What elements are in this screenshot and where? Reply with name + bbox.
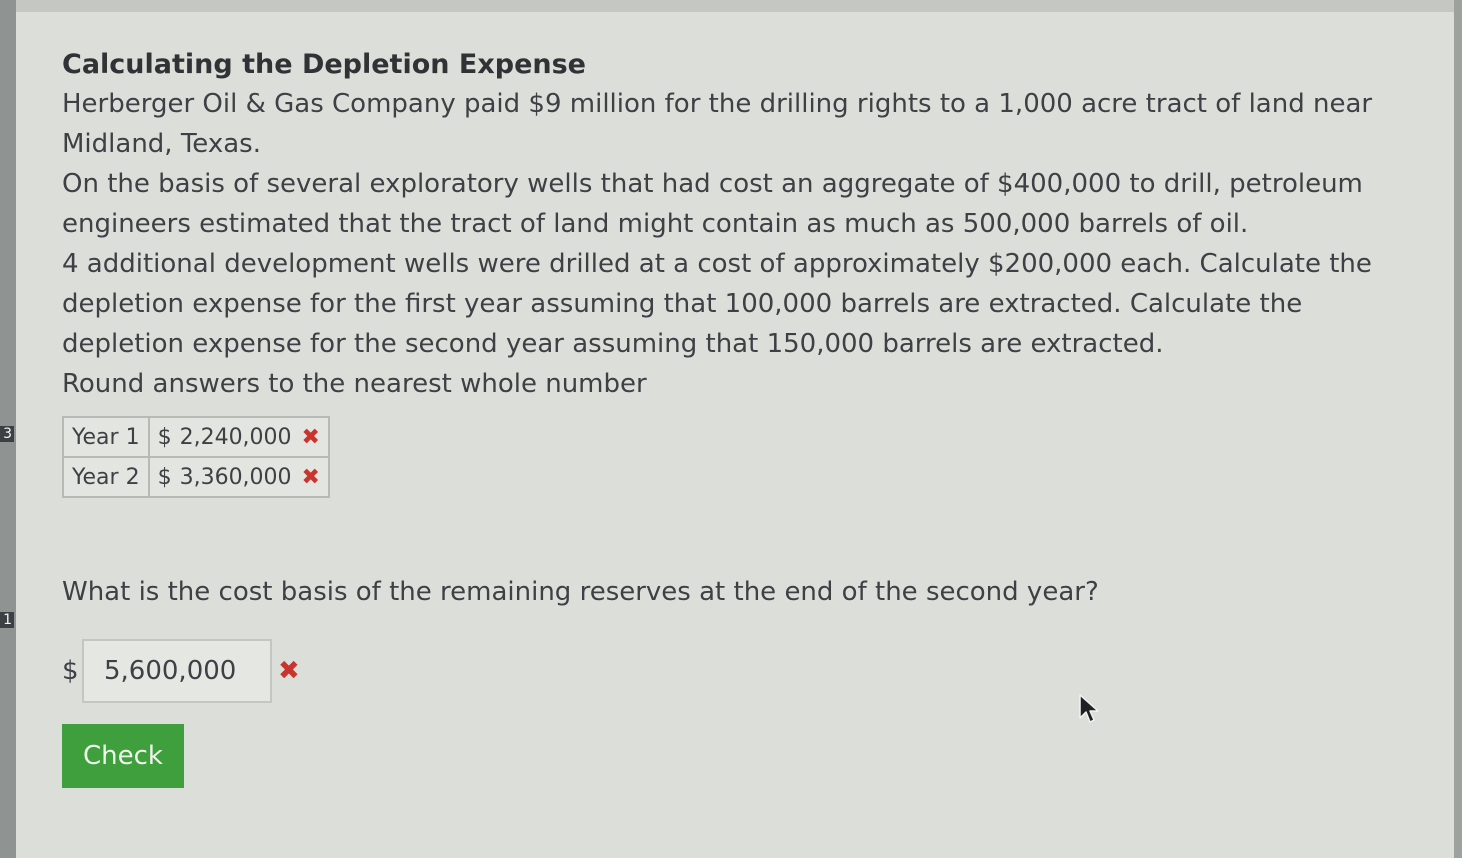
year-label: Year 2 (62, 456, 150, 498)
incorrect-x-icon: ✖ (301, 424, 320, 450)
mouse-pointer-icon (1079, 694, 1099, 723)
left-edge-mark: 3 (0, 426, 14, 442)
left-edge-strip: 3 1 (0, 0, 16, 858)
incorrect-x-icon: ✖ (278, 656, 300, 686)
currency-symbol: $ (157, 424, 172, 450)
problem-paragraph-3: 4 additional development wells were dril… (62, 249, 1372, 359)
table-row: Year 2 $3,360,000 ✖ (62, 456, 330, 498)
year-1-answer-value[interactable]: 2,240,000 (180, 425, 292, 450)
currency-symbol: $ (157, 464, 172, 490)
table-row: Year 1 $2,240,000 ✖ (62, 416, 330, 458)
problem-paragraph-2: On the basis of several exploratory well… (62, 169, 1363, 239)
problem-content: Calculating the Depletion Expense Herber… (62, 46, 1422, 788)
rounding-instruction: Round answers to the nearest whole numbe… (62, 369, 647, 399)
problem-title: Calculating the Depletion Expense (62, 49, 586, 80)
check-button[interactable]: Check (62, 724, 184, 788)
year-2-answer-value[interactable]: 3,360,000 (180, 465, 292, 490)
problem-paragraph-1: Herberger Oil & Gas Company paid $9 mill… (62, 89, 1373, 159)
incorrect-x-icon: ✖ (301, 464, 320, 490)
currency-symbol: $ (62, 656, 79, 686)
year-1-answer-cell[interactable]: $2,240,000 ✖ (147, 416, 330, 458)
left-edge-mark: 1 (0, 612, 14, 628)
year-label: Year 1 (62, 416, 150, 458)
cost-basis-answer-row: $ ✖ (62, 638, 1422, 704)
year-2-answer-cell[interactable]: $3,360,000 ✖ (147, 456, 330, 498)
cost-basis-question: What is the cost basis of the remaining … (62, 577, 1099, 607)
right-edge-strip (1454, 0, 1462, 858)
cost-basis-input[interactable] (82, 639, 272, 703)
depletion-answers-table: Year 1 $2,240,000 ✖ Year 2 $3,360,000 ✖ (62, 416, 330, 498)
problem-panel: Calculating the Depletion Expense Herber… (16, 0, 1454, 858)
